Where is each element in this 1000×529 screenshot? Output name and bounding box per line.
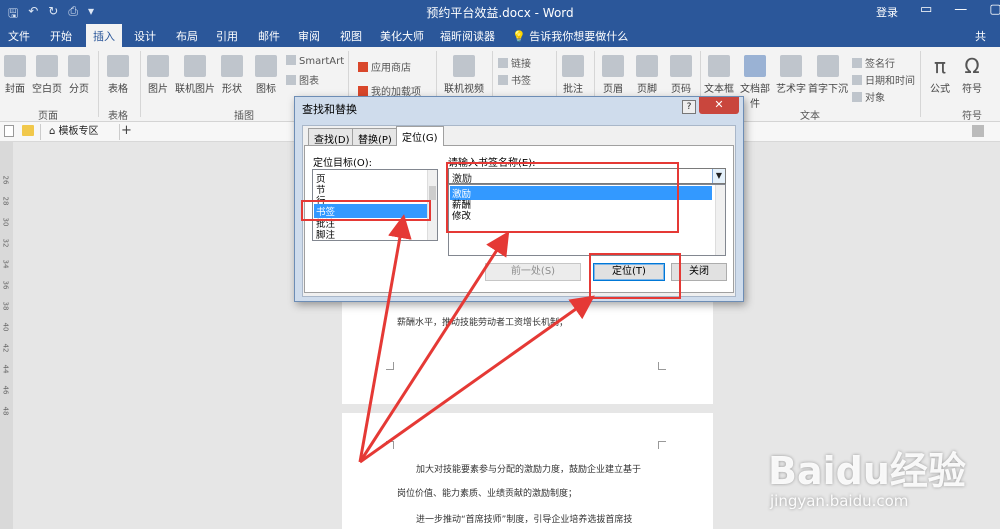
watermark-brand: Baidu经验 — [768, 449, 966, 493]
baidu-watermark: Baidu经验 jingyan.baidu.com — [760, 440, 995, 525]
arrow-to-bookmark-item — [358, 214, 412, 463]
arrow-to-bookmark-list — [358, 230, 510, 463]
watermark-url: jingyan.baidu.com — [770, 492, 909, 510]
tab-goto[interactable]: 定位(G) — [396, 126, 444, 146]
arrow-to-goto-button — [359, 295, 595, 464]
